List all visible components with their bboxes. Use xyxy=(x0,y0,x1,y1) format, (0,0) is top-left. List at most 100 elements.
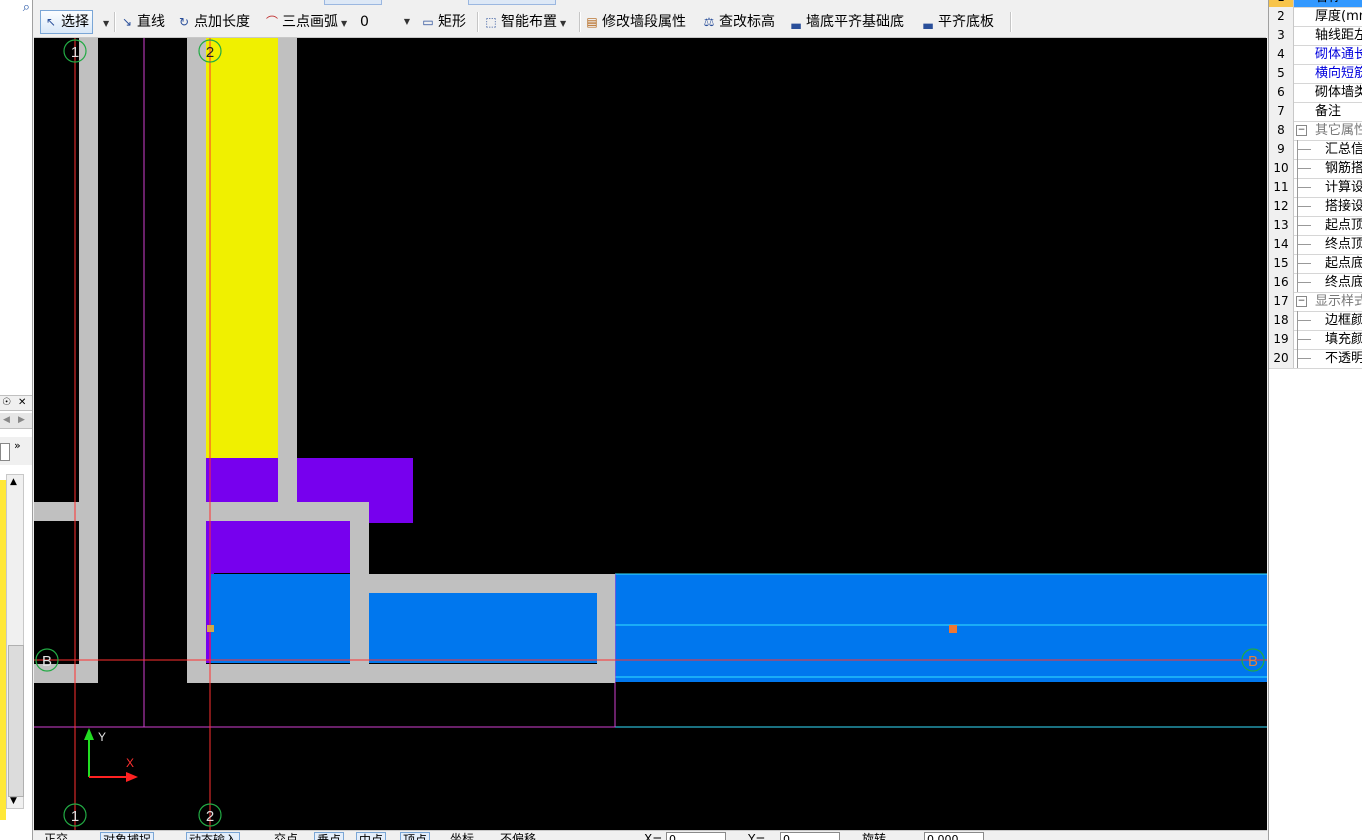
point-length-button[interactable]: ↻ 点加长度 xyxy=(177,11,250,33)
smart-layout-button[interactable]: ⬚ 智能布置 ▼ xyxy=(484,11,566,33)
nav-left-icon[interactable]: ◀ xyxy=(3,415,10,425)
property-row[interactable]: 3 轴线距左墙皮距离 xyxy=(1269,26,1362,46)
property-row[interactable]: 7 备注 xyxy=(1269,102,1362,122)
property-row[interactable]: 9 汇总信息 xyxy=(1269,140,1362,160)
wall-segment[interactable] xyxy=(187,664,615,683)
status-item[interactable]: 动态输入 xyxy=(186,832,241,840)
blue-slab[interactable] xyxy=(211,574,351,663)
rotate-input[interactable]: 0.000 xyxy=(924,832,984,840)
property-panel: 1 名称 2 厚度(mm) 3 轴线距左墙皮距离 4 砌体通长筋 5 横向短筋 6 砌体墙类型 7 备注 8… xyxy=(1268,0,1362,840)
three-point-arc-button[interactable]: ⌒ 三点画弧 ▼ xyxy=(265,11,347,33)
collapse-icon[interactable]: − xyxy=(1296,125,1307,136)
rect-button[interactable]: ▭ 矩形 xyxy=(421,11,466,33)
slab-strip[interactable] xyxy=(615,574,1267,682)
scroll-down-icon[interactable]: ▼ xyxy=(10,796,17,806)
wall-segment[interactable] xyxy=(187,502,369,521)
smart-layout-label: 智能布置 xyxy=(501,14,557,30)
more-icon[interactable]: » xyxy=(14,439,21,452)
line-button[interactable]: ↘ 直线 xyxy=(120,11,165,33)
property-row[interactable]: 15 起点底标高 xyxy=(1269,254,1362,274)
top-tab[interactable] xyxy=(324,0,382,5)
property-label: 不透明度 xyxy=(1325,351,1362,366)
align-foundation-label: 墙底平齐基础底 xyxy=(806,14,904,30)
property-row-number: 18 xyxy=(1269,311,1294,330)
property-row[interactable]: 5 横向短筋 xyxy=(1269,64,1362,84)
tree-line xyxy=(1297,187,1311,188)
line-icon: ↘ xyxy=(121,15,133,29)
yellow-column[interactable] xyxy=(206,38,278,458)
purple-zone[interactable] xyxy=(206,523,366,573)
close-icon[interactable]: ✕ xyxy=(18,397,26,408)
collapse-icon[interactable]: − xyxy=(1296,296,1307,307)
status-item[interactable]: 旋转 xyxy=(862,832,886,840)
modify-wall-props-button[interactable]: ▤ 修改墙段属性 xyxy=(585,11,686,33)
property-row[interactable]: 6 砌体墙类型 xyxy=(1269,83,1362,103)
align-slab-button[interactable]: ▃ 平齐底板 xyxy=(921,11,994,33)
property-row[interactable]: 12 搭接设置 xyxy=(1269,197,1362,217)
drawing-canvas[interactable]: 1 2 1 2 B B Y X xyxy=(34,38,1267,830)
toolbar-separator xyxy=(1010,12,1012,32)
property-label: 填充颜色 xyxy=(1325,332,1362,347)
y-input[interactable]: 0 xyxy=(780,832,840,840)
axis-bubble-1-bottom[interactable]: 1 xyxy=(63,803,87,827)
axis-bubble-2-bottom[interactable]: 2 xyxy=(198,803,222,827)
axis-label: B xyxy=(1248,653,1258,670)
drawing-svg[interactable]: 1 2 1 2 B B Y X xyxy=(34,38,1267,830)
status-item[interactable]: 不偏移 xyxy=(500,832,536,840)
nav-right-icon[interactable]: ▶ xyxy=(18,415,25,425)
wall-segment[interactable] xyxy=(34,502,98,521)
arc-label: 三点画弧 xyxy=(282,14,338,30)
tree-line xyxy=(1297,358,1311,359)
wall-segment[interactable] xyxy=(187,38,206,683)
property-label: 轴线距左墙皮距离 xyxy=(1315,28,1362,43)
left-scrollbar[interactable]: ▲ ▼ xyxy=(6,474,24,809)
property-row[interactable]: 2 厚度(mm) xyxy=(1269,7,1362,27)
property-row[interactable]: 10 钢筋搭接 xyxy=(1269,159,1362,179)
property-row[interactable]: 20 不透明度 xyxy=(1269,349,1362,369)
blue-slab[interactable] xyxy=(369,593,597,663)
search-icon[interactable]: ⌕ xyxy=(4,0,30,18)
wall-segment[interactable] xyxy=(278,38,297,504)
property-row[interactable]: 14 终点顶标高 xyxy=(1269,235,1362,255)
pin-icon[interactable]: ☉ xyxy=(2,397,11,408)
status-item[interactable]: 中点 xyxy=(356,832,387,840)
left-tool-button[interactable] xyxy=(0,443,10,461)
check-elevation-button[interactable]: ⚖ 查改标高 xyxy=(702,11,775,33)
scroll-up-icon[interactable]: ▲ xyxy=(10,477,17,487)
property-row-number: 15 xyxy=(1269,254,1294,273)
status-item[interactable]: Y= xyxy=(748,832,765,840)
wall-segment[interactable] xyxy=(79,38,98,683)
property-row[interactable]: 18 边框颜色 xyxy=(1269,311,1362,331)
status-item[interactable]: 对象捕捉 xyxy=(100,832,155,840)
wall-segment[interactable] xyxy=(350,574,615,593)
property-row[interactable]: 8− 其它属性 xyxy=(1269,121,1362,141)
property-row[interactable]: 16 终点底标高 xyxy=(1269,273,1362,293)
status-item[interactable]: 正交 xyxy=(44,832,68,840)
select-dropdown[interactable]: ▼ xyxy=(100,11,109,33)
ucs-icon: Y X xyxy=(84,728,138,782)
axis-label: B xyxy=(42,653,52,670)
property-row-number: 13 xyxy=(1269,216,1294,235)
property-row[interactable]: 4 砌体通长筋 xyxy=(1269,45,1362,65)
status-item[interactable]: 顶点 xyxy=(400,832,431,840)
property-label: 名称 xyxy=(1315,0,1341,7)
tree-line xyxy=(1297,168,1311,169)
grip-point[interactable] xyxy=(207,625,214,632)
property-row[interactable]: 17− 显示样式 xyxy=(1269,292,1362,312)
status-item[interactable]: 交点 xyxy=(274,832,298,840)
align-foundation-button[interactable]: ▃ 墙底平齐基础底 xyxy=(789,11,904,33)
status-item[interactable]: X= xyxy=(644,832,662,840)
property-row[interactable]: 11 计算设置 xyxy=(1269,178,1362,198)
x-input[interactable]: 0 xyxy=(666,832,726,840)
grip-point[interactable] xyxy=(949,625,957,633)
scroll-thumb[interactable] xyxy=(8,645,24,797)
tree-line xyxy=(1297,339,1311,340)
property-row[interactable]: 13 起点顶标高 xyxy=(1269,216,1362,236)
status-item[interactable]: 垂点 xyxy=(314,832,345,840)
property-row[interactable]: 19 填充颜色 xyxy=(1269,330,1362,350)
dropdown-arrow-icon: ▼ xyxy=(103,19,110,28)
status-item[interactable]: 坐标 xyxy=(450,832,474,840)
offset-combo[interactable]: 0 ▼ xyxy=(360,11,412,33)
top-tab[interactable] xyxy=(468,0,556,5)
select-button[interactable]: ↖ 选择 xyxy=(40,10,93,34)
